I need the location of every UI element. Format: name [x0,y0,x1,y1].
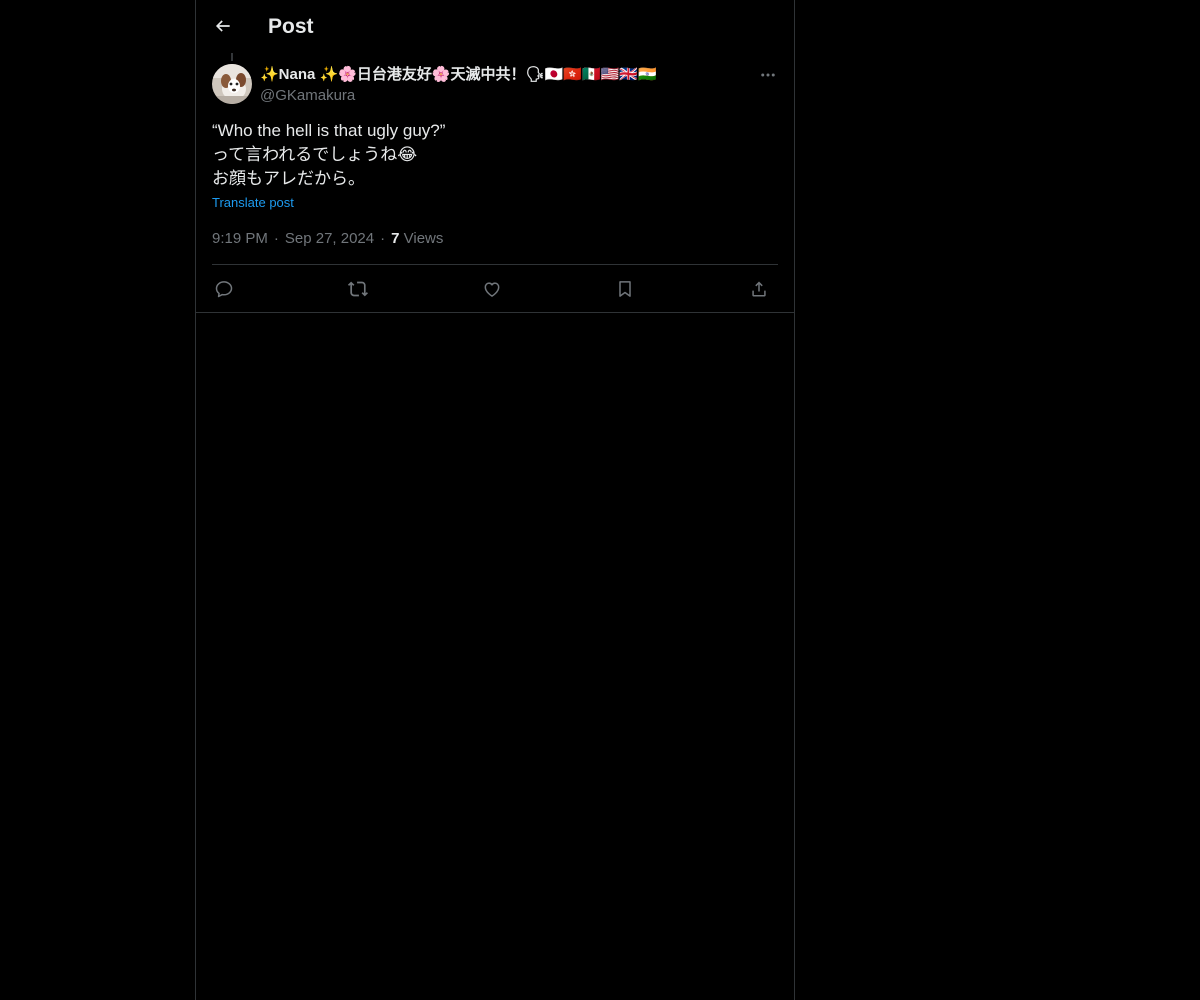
views-count: 7 [391,230,400,247]
post-bottom-border [196,312,794,313]
author-display-name[interactable]: ✨Nana ✨🌸日台港友好🌸天滅中共！🗣🇯🇵🇭🇰🇲🇽🇺🇸🇬🇧🇮🇳 [260,65,657,85]
repost-icon [347,281,368,297]
post-text-line: って言われるでしょうね😂 [212,145,418,164]
author-avatar[interactable] [212,64,252,104]
share-icon [752,281,766,297]
heart-icon [484,282,500,297]
reply-button[interactable] [212,277,236,301]
more-horizontal-icon [761,73,775,77]
separator-dot: · [273,230,279,247]
reply-icon [215,281,233,298]
arrow-left-icon [215,20,230,32]
repost-button[interactable] [346,277,370,301]
translate-post-link[interactable]: Translate post [212,194,294,212]
thread-connector-line [231,53,233,61]
like-button[interactable] [480,277,504,301]
more-options-button[interactable] [756,64,780,86]
back-button[interactable] [208,10,238,42]
post-metadata: 9:19 PM · Sep 27, 2024 · 7 Views [212,229,443,249]
page-header: Post [196,0,794,53]
share-button[interactable] [747,277,771,301]
views-label: Views [403,230,444,247]
avatar-image [212,64,252,104]
bookmark-button[interactable] [613,277,637,301]
separator-dot: · [380,230,386,247]
post-text-line: お顔もアレだから。 [212,169,365,188]
post-body: “Who the hell is that ugly guy?” って言われるで… [212,119,778,191]
bookmark-icon [619,281,631,297]
post-text-line: “Who the hell is that ugly guy?” [212,121,446,140]
post-actions-bar [212,265,778,312]
main-column: Post ✨Nana ✨🌸日台港友好🌸天滅中共！🗣🇯🇵🇭🇰🇲🇽🇺🇸🇬🇧🇮🇳 @G… [195,0,795,1000]
post-date[interactable]: Sep 27, 2024 [285,230,374,247]
author-handle[interactable]: @GKamakura [260,86,355,106]
page-title: Post [268,15,314,38]
post-time[interactable]: 9:19 PM [212,230,268,247]
